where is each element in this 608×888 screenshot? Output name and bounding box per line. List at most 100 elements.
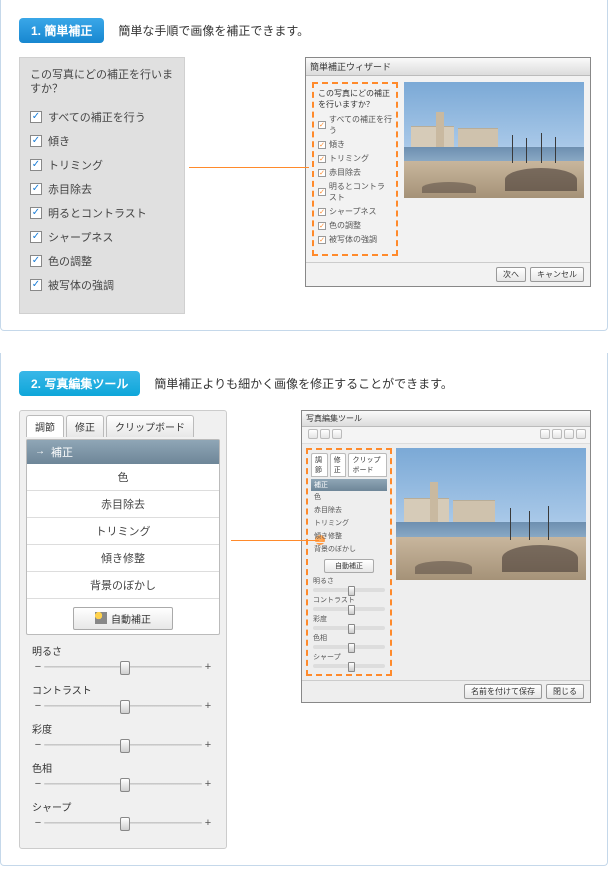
label-brightness: 明るさ [32, 643, 214, 658]
option-label: 被写体の強調 [48, 277, 114, 293]
option-label: トリミング [329, 153, 369, 164]
option-label: 明るとコントラスト [48, 205, 147, 221]
wizard-opt-trim[interactable]: ✓トリミング [318, 153, 392, 164]
option-subject[interactable]: ✓ 被写体の強調 [30, 277, 174, 293]
tool-icon[interactable] [332, 429, 342, 439]
option-all[interactable]: ✓すべての補正を行う [30, 109, 174, 125]
tab-clipboard[interactable]: クリップボード [106, 415, 194, 437]
connector-line [189, 167, 309, 168]
plus-icon[interactable]: + [202, 700, 214, 712]
mini-menu-item[interactable]: 傾き修整 [311, 530, 387, 543]
mini-slider-label: シャープ [313, 652, 385, 662]
wizard-opt-all[interactable]: ✓すべての補正を行う [318, 114, 392, 136]
editor-close-button[interactable]: 閉じる [546, 684, 584, 699]
option-label: すべての補正を行う [329, 114, 392, 136]
mini-slider[interactable] [313, 607, 385, 611]
menu-redeye[interactable]: 赤目除去 [27, 491, 219, 518]
checkbox-icon: ✓ [30, 279, 42, 291]
option-brightness[interactable]: ✓明るとコントラスト [30, 205, 174, 221]
tab-fix[interactable]: 修正 [66, 415, 104, 437]
wizard-opt-subject[interactable]: ✓被写体の強調 [318, 234, 392, 245]
section-simple-correction: 1. 簡単補正 簡単な手順で画像を補正できます。 この写真にどの補正を行いますか… [0, 0, 608, 331]
label-contrast: コントラスト [32, 682, 214, 697]
editor-save-button[interactable]: 名前を付けて保存 [464, 684, 542, 699]
mini-auto-button[interactable]: 自動補正 [324, 559, 374, 573]
option-color[interactable]: ✓色の調整 [30, 253, 174, 269]
slider-saturation[interactable] [44, 744, 202, 746]
checkbox-icon: ✓ [30, 111, 42, 123]
mini-menu-item[interactable]: トリミング [311, 517, 387, 530]
option-sharpness[interactable]: ✓シャープネス [30, 229, 174, 245]
mini-tab-fix[interactable]: 修正 [330, 453, 347, 477]
menu-header-label: 補正 [51, 444, 73, 460]
menu-header[interactable]: → 補正 [27, 440, 219, 464]
menu-trim[interactable]: トリミング [27, 518, 219, 545]
mini-menu-item[interactable]: 赤目除去 [311, 504, 387, 517]
mini-menu-item[interactable]: 色 [311, 491, 387, 504]
wand-icon [95, 612, 107, 624]
option-tilt[interactable]: ✓傾き [30, 133, 174, 149]
slider-contrast[interactable] [44, 705, 202, 707]
wizard-cancel-button[interactable]: キャンセル [530, 267, 584, 282]
editor-window: 写真編集ツール 調節 修正 クリップボード 補正 色 赤目除去 トリミング 傾き… [301, 410, 591, 703]
option-label: シャープネス [48, 229, 113, 245]
desc-simple-correction: 簡単な手順で画像を補正できます。 [118, 22, 309, 39]
minus-icon[interactable]: − [32, 661, 44, 673]
mini-menu-header[interactable]: 補正 [311, 479, 387, 491]
mini-menu-item[interactable]: 背景のぼかし [311, 543, 387, 556]
menu-color[interactable]: 色 [27, 464, 219, 491]
plus-icon[interactable]: + [202, 778, 214, 790]
mini-slider[interactable] [313, 645, 385, 649]
option-label: 被写体の強調 [329, 234, 377, 245]
tool-icon[interactable] [308, 429, 318, 439]
wizard-next-button[interactable]: 次へ [496, 267, 526, 282]
wizard-opt-brightness[interactable]: ✓明るとコントラスト [318, 181, 392, 203]
arrow-right-icon: → [35, 446, 45, 457]
option-label: シャープネス [329, 206, 377, 217]
option-label: 傾き [48, 133, 70, 149]
checkbox-icon: ✓ [318, 141, 326, 149]
wizard-opt-redeye[interactable]: ✓赤目除去 [318, 167, 392, 178]
menu-tilt[interactable]: 傾き修整 [27, 545, 219, 572]
minus-icon[interactable]: − [32, 700, 44, 712]
menu-blur[interactable]: 背景のぼかし [27, 572, 219, 599]
tool-icon[interactable] [564, 429, 574, 439]
wizard-opt-sharpness[interactable]: ✓シャープネス [318, 206, 392, 217]
option-label: 赤目除去 [48, 181, 92, 197]
tool-icon[interactable] [552, 429, 562, 439]
tool-icon[interactable] [320, 429, 330, 439]
checkbox-icon: ✓ [30, 255, 42, 267]
plus-icon[interactable]: + [202, 817, 214, 829]
label-saturation: 彩度 [32, 721, 214, 736]
wizard-opt-color[interactable]: ✓色の調整 [318, 220, 392, 231]
connector-line [231, 540, 319, 541]
tab-adjust[interactable]: 調節 [26, 415, 64, 437]
mini-tab-clip[interactable]: クリップボード [348, 453, 387, 477]
desc-photo-edit: 簡単補正よりも細かく画像を修正することができます。 [154, 375, 453, 392]
minus-icon[interactable]: − [32, 739, 44, 751]
option-redeye[interactable]: ✓ 赤目除去 [30, 181, 174, 197]
minus-icon[interactable]: − [32, 778, 44, 790]
checkbox-icon: ✓ [318, 208, 326, 216]
option-label: 色の調整 [329, 220, 361, 231]
mini-slider[interactable] [313, 588, 385, 592]
slider-brightness[interactable] [44, 666, 202, 668]
mini-slider[interactable] [313, 626, 385, 630]
checkbox-icon: ✓ [30, 159, 42, 171]
mini-slider-label: 色相 [313, 633, 385, 643]
mini-tab-adjust[interactable]: 調節 [311, 453, 328, 477]
slider-sharp[interactable] [44, 822, 202, 824]
auto-correct-button[interactable]: 自動補正 [73, 607, 173, 630]
checkbox-icon: ✓ [318, 188, 326, 196]
slider-hue[interactable] [44, 783, 202, 785]
minus-icon[interactable]: − [32, 817, 44, 829]
tool-icon[interactable] [576, 429, 586, 439]
mini-slider[interactable] [313, 664, 385, 668]
plus-icon[interactable]: + [202, 739, 214, 751]
wizard-opt-tilt[interactable]: ✓傾き [318, 139, 392, 150]
checkbox-icon: ✓ [30, 183, 42, 195]
option-label: 明るとコントラスト [329, 181, 392, 203]
plus-icon[interactable]: + [202, 661, 214, 673]
option-trim[interactable]: ✓トリミング [30, 157, 174, 173]
tool-icon[interactable] [540, 429, 550, 439]
